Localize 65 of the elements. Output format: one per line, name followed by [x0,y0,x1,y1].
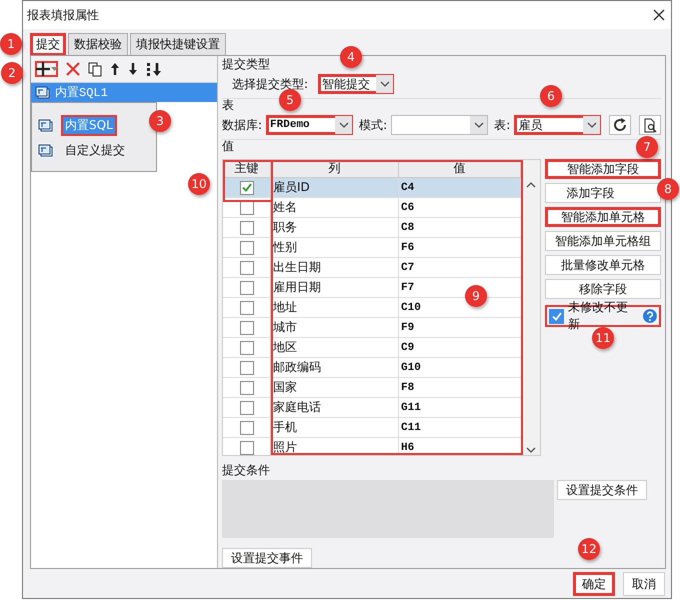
table-cell: 雇员ID [271,178,399,198]
callout-badge: 2 [1,62,23,84]
action-button[interactable]: 智能添加单元格组 [545,231,661,251]
table-row[interactable]: 邮政编码 G10 [223,358,521,378]
table-cell: 出生日期 [271,258,399,278]
condition-button[interactable]: 设置提交条件 [557,480,647,500]
table-row[interactable]: 性别 F6 [223,238,521,258]
table-row[interactable]: 出生日期 C7 [223,258,521,278]
table-row[interactable]: 城市 F9 [223,318,521,338]
table-cell: 姓名 [271,198,399,218]
table-row[interactable]: 雇员ID C4 [223,178,521,198]
tab[interactable]: 数据校验 [68,33,128,55]
table-cell: F9 [399,318,521,338]
section-heading: 表 [222,99,234,112]
callout-badge: 1 [0,33,22,55]
field-label: 数据库: [222,116,262,134]
table-cell: C9 [399,338,521,358]
table-cell: G10 [399,358,521,378]
field-label: 模式: [359,116,388,134]
table-cell: 地区 [271,338,399,358]
section-heading: 提交条件 [222,464,270,477]
window-title: 报表填报属性 [27,6,99,24]
table-cell: 性别 [271,238,399,258]
dropdown[interactable]: 智能提交 [318,74,394,94]
table-cell: 职务 [271,218,399,238]
table-cell: G11 [399,398,521,418]
table-cell: F8 [399,378,521,398]
action-button[interactable]: 批量修改单元格 [545,255,661,275]
table-cell: 地址 [271,298,399,318]
dialog-button[interactable]: 取消 [623,572,665,596]
dialog-button[interactable]: 确定 [573,572,615,596]
table-row[interactable]: 职务 C8 [223,218,521,238]
table-row[interactable]: 国家 F8 [223,378,521,398]
tab[interactable]: 提交 [30,33,66,55]
table-cell: 家庭电话 [271,398,399,418]
table-cell: C6 [399,198,521,218]
table-row[interactable]: 家庭电话 G11 [223,398,521,418]
table-cell: C4 [399,178,521,198]
dropdown[interactable]: 雇员 [514,115,602,135]
table-cell: C8 [399,218,521,238]
table-cell: 国家 [271,378,399,398]
table-cell: 城市 [271,318,399,338]
action-button[interactable]: 移除字段 [545,279,661,299]
table-row[interactable]: 姓名 C6 [223,198,521,218]
action-button[interactable]: 智能添加字段 [545,159,661,179]
table-cell: 手机 [271,418,399,438]
section-heading: 提交类型 [222,58,270,71]
tab[interactable]: 填报快捷键设置 [130,33,226,55]
section-heading: 值 [222,140,234,153]
action-button[interactable]: 智能添加单元格 [545,207,661,227]
table-row[interactable]: 照片 H6 [223,438,521,455]
dropdown[interactable]: FRDemo [266,115,354,135]
table-cell: 照片 [271,438,399,455]
table-row[interactable]: 手机 C11 [223,418,521,438]
table-cell: C11 [399,418,521,438]
field-label: 表: [494,116,510,134]
table-cell: H6 [399,438,521,455]
menu-item[interactable]: 自定义提交 [61,140,129,161]
table-row[interactable]: 地区 C9 [223,338,521,358]
table-cell: F6 [399,238,521,258]
table-cell: 邮政编码 [271,358,399,378]
action-button[interactable]: 添加字段 [545,183,661,203]
table-cell: C7 [399,258,521,278]
table-cell: 雇用日期 [271,278,399,298]
event-button[interactable]: 设置提交事件 [222,548,312,568]
